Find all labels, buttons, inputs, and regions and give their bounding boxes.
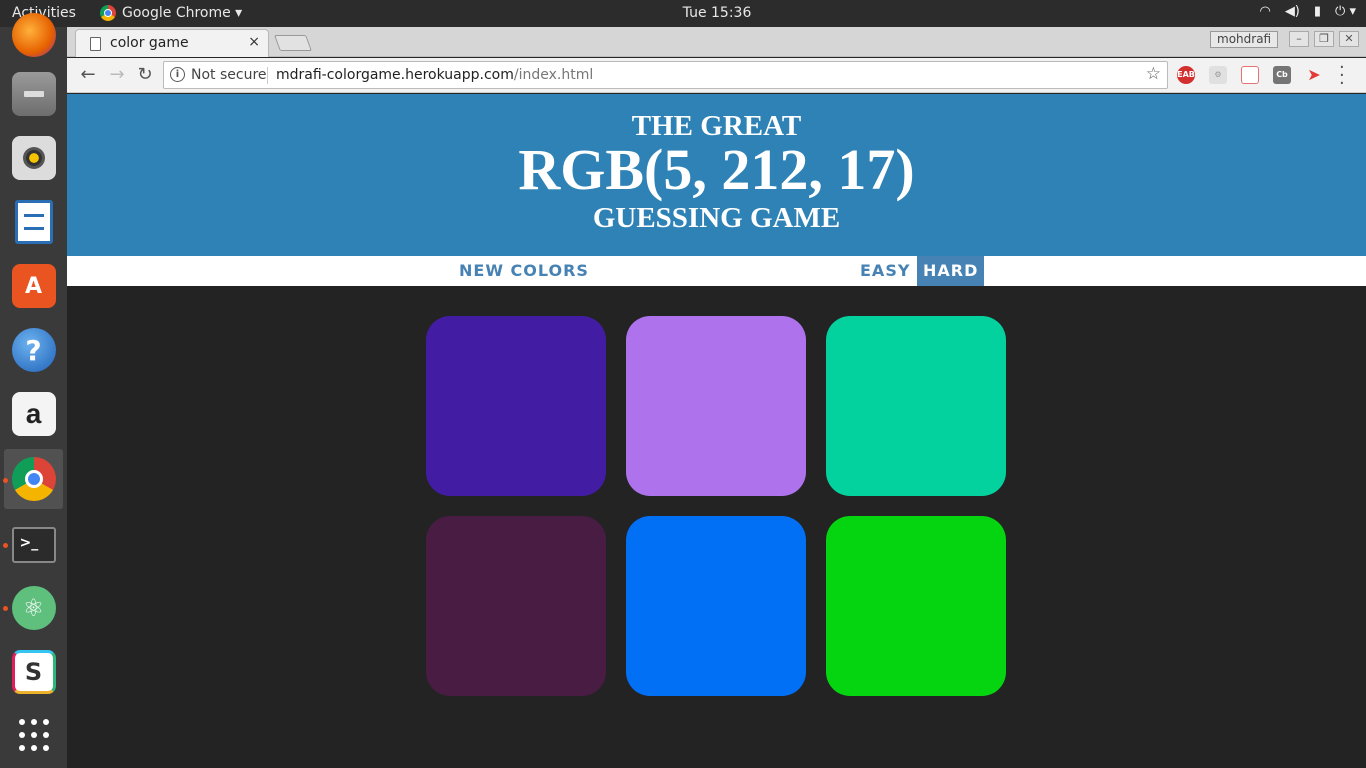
launcher-rhythmbox[interactable] (4, 128, 63, 188)
launcher: A ? a >_ ⚛ S (0, 13, 67, 768)
gear-ext-icon[interactable]: ⚙ (1209, 66, 1227, 84)
launcher-files[interactable] (4, 64, 63, 124)
power-icon[interactable]: ⏻ ▾ (1335, 4, 1356, 19)
launcher-chrome[interactable] (4, 449, 63, 509)
url-path: /index.html (513, 67, 594, 83)
calendar-ext-icon[interactable] (1241, 66, 1259, 84)
chrome-menu-icon[interactable]: · · · (1339, 59, 1345, 93)
restore-button[interactable]: ❐ (1314, 31, 1334, 47)
page-icon (90, 37, 101, 51)
bookmark-star-icon[interactable]: ☆ (1146, 64, 1161, 84)
control-stripe: NEW COLORS EASY HARD (67, 256, 1366, 286)
address-bar[interactable]: i Not secure mdrafi-colorgame.herokuapp.… (163, 61, 1168, 89)
tab-close-icon[interactable]: × (248, 34, 260, 50)
help-icon: ? (11, 328, 56, 372)
launcher-atom[interactable]: ⚛ (4, 578, 63, 638)
cb-ext-icon[interactable]: Cb (1273, 66, 1291, 84)
wifi-icon[interactable]: ◠ (1259, 4, 1270, 19)
launcher-amazon[interactable]: a (4, 384, 63, 444)
volume-icon[interactable]: ◀) (1285, 4, 1300, 19)
tab-title: color game (110, 35, 189, 51)
running-indicator (3, 478, 8, 483)
reload-icon[interactable]: ↻ (133, 63, 157, 87)
terminal-icon: >_ (11, 527, 56, 563)
hard-button[interactable]: HARD (917, 256, 985, 286)
amazon-icon: a (11, 392, 56, 436)
profile-button[interactable]: mohdrafi (1210, 31, 1279, 48)
browser-toolbar: ← → ↻ i Not secure mdrafi-colorgame.hero… (67, 58, 1366, 93)
files-icon (11, 72, 56, 116)
chrome-icon (11, 457, 56, 501)
info-icon[interactable]: i (170, 67, 185, 82)
slack-icon: S (11, 650, 56, 694)
atom-icon: ⚛ (11, 586, 56, 630)
battery-icon[interactable]: ▮ (1314, 4, 1321, 19)
url-host: mdrafi-colorgame.herokuapp.com (276, 67, 514, 83)
color-square[interactable] (626, 316, 806, 496)
firefox-icon (11, 13, 56, 57)
launcher-firefox[interactable] (4, 5, 63, 65)
color-square[interactable] (426, 316, 606, 496)
launcher-terminal[interactable]: >_ (4, 515, 63, 575)
running-indicator (3, 543, 8, 548)
rgb-display: RGB(5, 212, 17) (518, 137, 915, 202)
document-icon (14, 200, 53, 244)
launcher-writer[interactable] (4, 192, 63, 252)
chrome-window: color game × mohdrafi – ❐ ✕ ← → ↻ i Not … (67, 27, 1366, 768)
running-indicator (3, 606, 8, 611)
eab-icon[interactable]: EAB (1177, 66, 1195, 84)
speaker-icon (11, 136, 56, 180)
bird-ext-icon[interactable]: ➤ (1305, 66, 1323, 84)
security-label[interactable]: Not secure (191, 67, 267, 83)
back-icon[interactable]: ← (76, 63, 100, 87)
launcher-show-apps[interactable] (4, 705, 63, 765)
tab-strip: color game × mohdrafi – ❐ ✕ (67, 27, 1366, 57)
new-tab-button[interactable] (274, 35, 312, 51)
easy-button[interactable]: EASY (854, 256, 916, 286)
launcher-software[interactable]: A (4, 256, 63, 316)
divider (267, 67, 268, 84)
page-content: THE GREAT RGB(5, 212, 17) GUESSING GAME … (67, 94, 1366, 768)
tab-color-game[interactable]: color game × (75, 29, 269, 57)
launcher-slack[interactable]: S (4, 642, 63, 702)
launcher-help[interactable]: ? (4, 320, 63, 380)
grid-icon (18, 719, 50, 751)
shopping-bag-icon: A (11, 264, 56, 308)
forward-icon[interactable]: → (105, 63, 129, 87)
title-bottom: GUESSING GAME (592, 202, 841, 234)
color-square[interactable] (626, 516, 806, 696)
system-tray[interactable]: ◠ ◀) ▮ ⏻ ▾ (1259, 4, 1366, 19)
url-text[interactable]: mdrafi-colorgame.herokuapp.com/index.htm… (276, 67, 593, 83)
game-header: THE GREAT RGB(5, 212, 17) GUESSING GAME (67, 94, 1366, 256)
squares-container (426, 316, 1016, 706)
clock[interactable]: Tue 15:36 (0, 5, 1366, 21)
close-window-button[interactable]: ✕ (1339, 31, 1359, 47)
color-square[interactable] (826, 516, 1006, 696)
system-top-bar: Activities Google Chrome ▾ Tue 15:36 ◠ ◀… (0, 0, 1366, 27)
minimize-button[interactable]: – (1289, 31, 1309, 47)
color-square[interactable] (426, 516, 606, 696)
new-colors-button[interactable]: NEW COLORS (453, 256, 595, 286)
color-square[interactable] (826, 316, 1006, 496)
